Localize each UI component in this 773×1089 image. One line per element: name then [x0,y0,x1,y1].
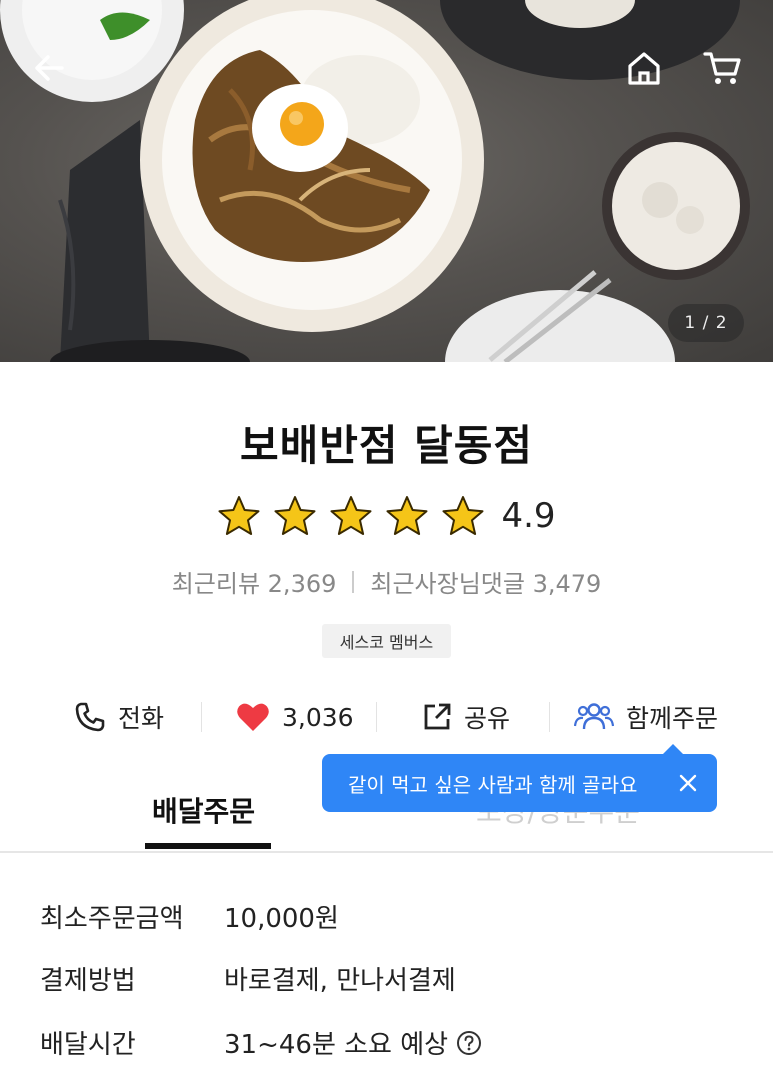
image-page-indicator: 1 / 2 [668,304,744,342]
share-label: 공유 [464,704,511,733]
tooltip-close-button[interactable] [673,768,703,798]
action-divider [376,702,377,732]
active-tab-indicator [145,843,271,849]
payment-method-label: 결제방법 [40,966,136,996]
group-order-tooltip: 같이 먹고 싶은 사람과 함께 골라요 [322,744,717,812]
phone-icon [75,702,105,732]
help-icon[interactable] [456,1030,482,1056]
call-label: 전화 [118,704,165,733]
star-icon [274,496,316,535]
hero-image[interactable]: 1 / 2 [0,0,773,362]
rating-stars [217,494,485,538]
rating-value: 4.9 [501,496,556,536]
min-order-row: 최소주문금액 10,000원 [40,898,339,935]
action-divider [549,702,550,732]
arrow-left-icon [35,55,64,81]
home-button[interactable] [620,44,668,92]
store-name: 보배반점 달동점 [239,421,534,470]
share-button[interactable]: 공유 [422,694,510,740]
delivery-time-row: 배달시간 31~46분 소요 예상 [40,1024,482,1061]
heart-icon [237,703,269,731]
payment-method-row: 결제방법 바로결제, 만나서결제 [40,960,456,997]
group-people-icon [574,703,614,730]
review-divider [352,570,355,593]
review-counts: 최근리뷰 2,369 최근사장님댓글 3,479 [0,564,773,599]
recent-owner-comments-link[interactable]: 최근사장님댓글 3,479 [370,564,601,599]
cart-icon [703,52,741,84]
like-count: 3,036 [282,702,354,732]
star-icon [218,496,260,535]
min-order-value: 10,000원 [224,904,339,934]
action-divider [201,702,202,732]
tooltip-text: 같이 먹고 싶은 사람과 함께 골라요 [348,772,638,797]
action-row: 전화 3,036 공유 함께주문 [0,694,773,740]
tab-delivery-order[interactable]: 배달주문 [152,790,255,830]
group-order-label: 함께주문 [626,704,719,733]
cesco-members-badge: 세스코 멤버스 [322,624,451,658]
close-icon [679,774,697,792]
min-order-label: 최소주문금액 [40,904,184,934]
delivery-time-value-wrap: 31~46분 소요 예상 [224,1024,482,1061]
call-button[interactable]: 전화 [74,694,164,740]
delivery-time-label: 배달시간 [40,1030,136,1060]
home-icon [628,52,660,85]
delivery-time-value: 31~46분 소요 예상 [224,1030,449,1060]
star-icon [386,496,428,535]
group-order-button[interactable]: 함께주문 [574,694,718,740]
recent-reviews-link[interactable]: 최근리뷰 2,369 [172,564,337,599]
back-button[interactable] [26,44,74,92]
star-icon [330,496,372,535]
payment-method-value: 바로결제, 만나서결제 [224,966,456,996]
star-icon [442,496,484,535]
share-icon [424,703,451,730]
tab-bar-divider [0,851,773,853]
cart-button[interactable] [698,44,746,92]
like-button[interactable]: 3,036 [236,694,354,740]
rating-row: 4.9 [0,494,773,538]
